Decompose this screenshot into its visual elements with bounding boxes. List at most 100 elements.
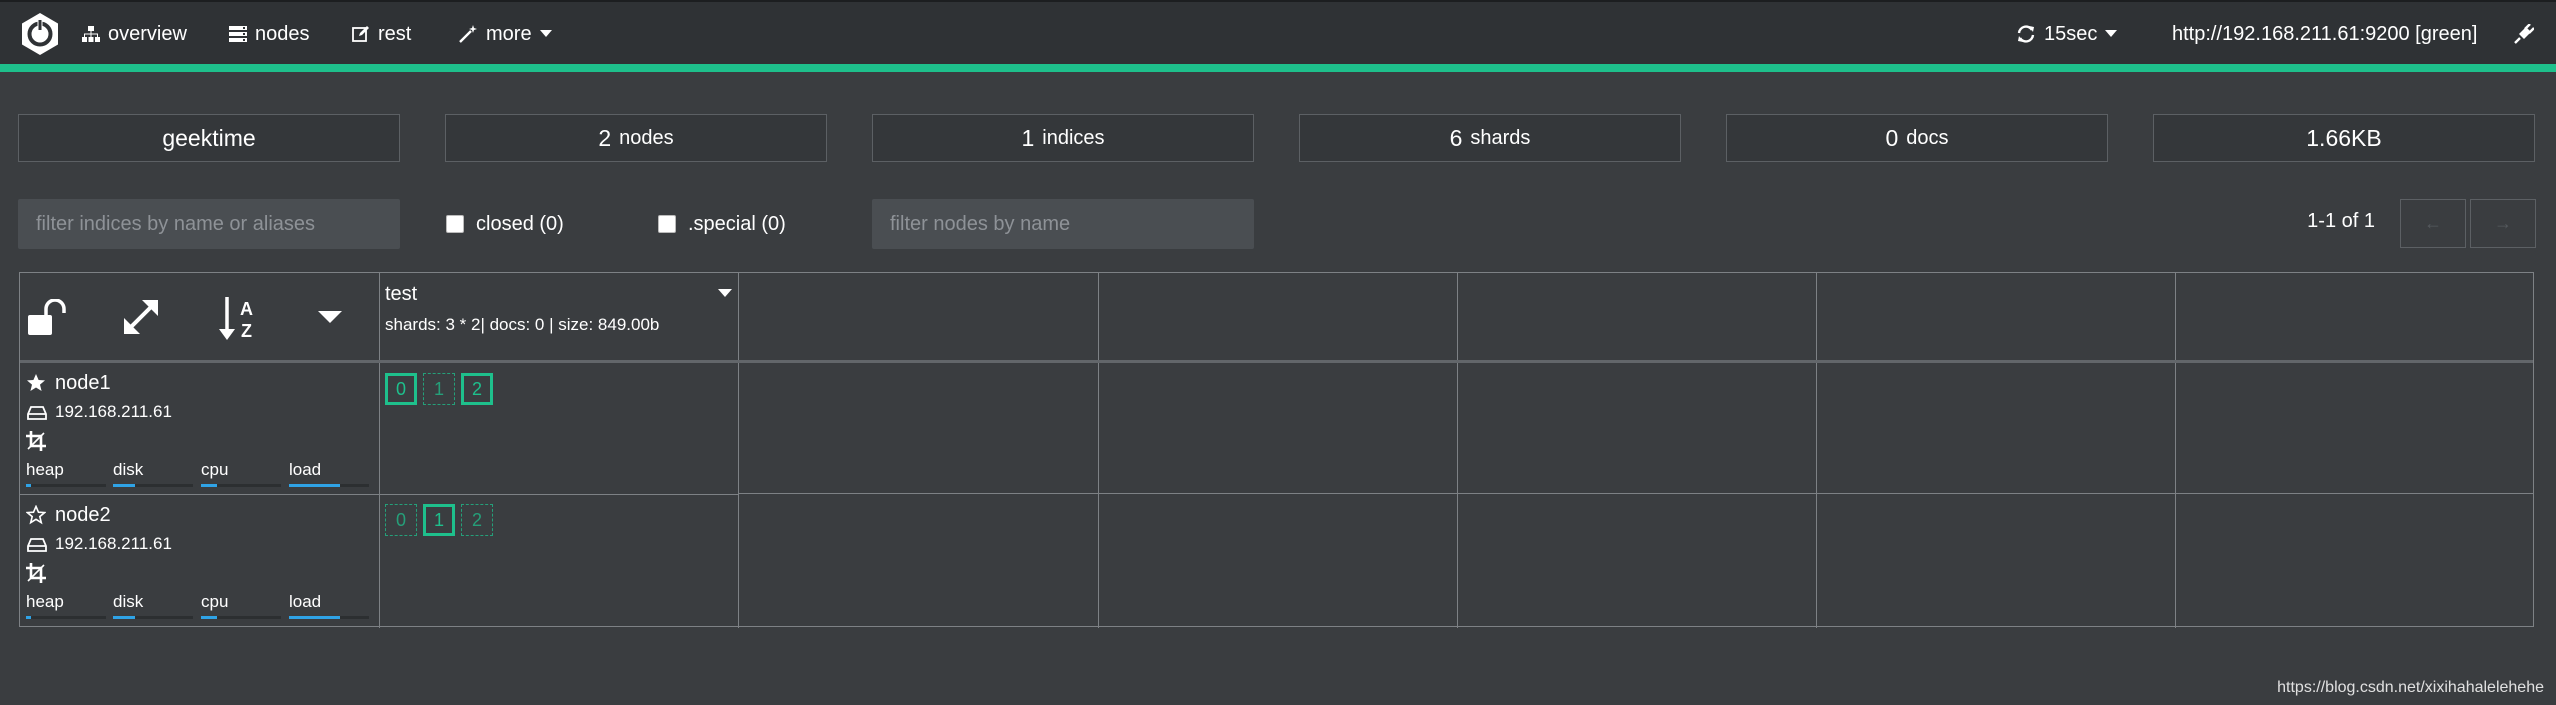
cluster-grid: A Z test shards: 3 * 2| docs: 0 | size: …	[19, 272, 2534, 628]
cpu-label: cpu	[201, 460, 229, 479]
grid-divider	[1816, 273, 1817, 628]
svg-text:Z: Z	[241, 321, 252, 341]
disk-bar-fill	[113, 484, 136, 487]
disk-bar-fill	[113, 616, 136, 619]
node-ip: 192.168.211.61	[55, 402, 172, 421]
grid-divider	[379, 273, 380, 628]
cluster-name: geektime	[162, 124, 256, 151]
nav-nodes[interactable]: nodes	[229, 2, 310, 66]
special-checkbox[interactable]	[658, 215, 676, 233]
shard[interactable]: 0	[385, 373, 417, 405]
cluster-url: http://192.168.211.61:9200 [green]	[2172, 2, 2477, 66]
sort-alpha-icon[interactable]: A Z	[218, 295, 262, 346]
next-page-label: →	[2494, 213, 2512, 233]
disk-bar	[113, 616, 193, 619]
crop-icon[interactable]	[26, 431, 46, 456]
node-name[interactable]: node1	[55, 372, 111, 395]
disconnect-button[interactable]	[2514, 2, 2534, 66]
index-menu-caret-icon[interactable]	[718, 285, 732, 303]
filter-nodes-input[interactable]	[872, 199, 1254, 249]
cpu-bar	[201, 616, 281, 619]
load-bar	[289, 484, 369, 487]
docs-count-box: 0 docs	[1726, 114, 2108, 162]
nav-overview[interactable]: overview	[82, 2, 187, 66]
disk-bar	[113, 484, 193, 487]
nav-rest[interactable]: rest	[352, 2, 411, 66]
cerebro-logo-icon[interactable]	[18, 12, 62, 56]
server-icon	[229, 26, 247, 42]
grid-divider	[1457, 273, 1458, 628]
next-page-button[interactable]: →	[2470, 199, 2536, 248]
cluster-url-label: http://192.168.211.61:9200 [green]	[2172, 22, 2478, 45]
crop-icon[interactable]	[26, 563, 46, 588]
star-icon	[26, 373, 46, 398]
load-label: load	[289, 592, 322, 611]
filter-indices-input[interactable]	[18, 199, 400, 249]
shard[interactable]: 1	[423, 373, 455, 405]
index-name[interactable]: test	[385, 283, 417, 306]
prev-page-button[interactable]: ←	[2400, 199, 2466, 248]
node-ip: 192.168.211.61	[55, 534, 172, 553]
special-indices-toggle[interactable]: .special (0)	[658, 211, 786, 237]
prev-page-label: ←	[2424, 213, 2442, 233]
load-bar-fill	[289, 484, 341, 487]
grid-divider	[2175, 273, 2176, 628]
node-name[interactable]: node2	[55, 504, 111, 527]
index-info: shards: 3 * 2| docs: 0 | size: 849.00b	[385, 315, 660, 334]
caret-down-icon[interactable]	[318, 311, 342, 330]
shard[interactable]: 1	[423, 504, 455, 536]
docs-unit: docs	[1906, 126, 1949, 149]
magic-wand-icon	[458, 25, 478, 43]
cpu-label: cpu	[201, 592, 229, 611]
cluster-name-box: geektime	[18, 114, 400, 162]
cluster-size: 1.66KB	[2306, 124, 2382, 151]
edit-icon	[352, 25, 370, 43]
docs-count: 0	[1885, 124, 1899, 151]
disk-label: disk	[113, 592, 144, 611]
nodes-count: 2	[598, 124, 612, 151]
nodes-unit: nodes	[619, 126, 674, 149]
shard[interactable]: 0	[385, 504, 417, 536]
svg-text:A: A	[240, 299, 253, 319]
caret-down-icon	[2105, 30, 2118, 38]
refresh-icon	[2016, 24, 2036, 44]
nav-overview-label: overview	[108, 22, 187, 45]
shards-count-box: 6 shards	[1299, 114, 1681, 162]
closed-indices-toggle[interactable]: closed (0)	[446, 211, 564, 237]
closed-checkbox[interactable]	[446, 215, 464, 233]
heap-label: heap	[26, 592, 64, 611]
special-label: .special (0)	[688, 212, 786, 235]
heap-bar-fill	[26, 484, 31, 487]
heap-bar-fill	[26, 616, 31, 619]
nav-nodes-label: nodes	[255, 22, 310, 45]
heap-bar	[26, 616, 106, 619]
load-label: load	[289, 460, 322, 479]
hdd-icon	[27, 405, 47, 426]
shard[interactable]: 2	[461, 504, 493, 536]
disk-label: disk	[113, 460, 144, 479]
grid-divider	[20, 360, 2533, 363]
heap-label: heap	[26, 460, 64, 479]
indices-count-box: 1 indices	[872, 114, 1254, 162]
indices-count: 1	[1021, 124, 1035, 151]
grid-divider	[738, 273, 739, 628]
heap-bar	[26, 484, 106, 487]
refresh-interval-dropdown[interactable]: 15sec	[2016, 2, 2118, 66]
caret-down-icon	[539, 30, 552, 38]
nodes-count-box: 2 nodes	[445, 114, 827, 162]
watermark: https://blog.csdn.net/xixihahalelehehe	[2277, 679, 2544, 696]
cpu-bar-fill	[201, 484, 217, 487]
closed-label: closed (0)	[476, 212, 564, 235]
star-outline-icon	[25, 504, 47, 530]
plug-icon	[2514, 24, 2534, 44]
grid-divider	[1098, 273, 1099, 628]
unlock-icon[interactable]	[26, 298, 68, 342]
cpu-bar-fill	[201, 616, 217, 619]
expand-icon[interactable]	[122, 298, 160, 341]
refresh-interval-label: 15sec	[2044, 22, 2098, 45]
grid-divider	[20, 494, 738, 495]
cpu-bar	[201, 484, 281, 487]
shard[interactable]: 2	[461, 373, 493, 405]
hdd-icon	[27, 537, 47, 558]
nav-more-dropdown[interactable]: more	[458, 2, 552, 66]
